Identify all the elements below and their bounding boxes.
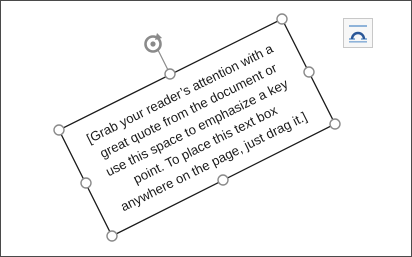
- resize-handle-bottom[interactable]: [217, 174, 229, 186]
- resize-handle-top[interactable]: [164, 68, 176, 80]
- resize-handle-bottom-right[interactable]: [329, 118, 341, 130]
- resize-handle-bottom-left[interactable]: [106, 230, 118, 242]
- resize-handle-top-right[interactable]: [276, 13, 288, 25]
- layout-options-button[interactable]: [343, 18, 373, 48]
- layout-options-icon: [349, 25, 367, 43]
- rotate-handle-icon[interactable]: [144, 33, 163, 53]
- resize-handle-right[interactable]: [303, 66, 315, 78]
- resize-handle-left[interactable]: [80, 177, 92, 189]
- resize-handle-top-left[interactable]: [53, 124, 65, 136]
